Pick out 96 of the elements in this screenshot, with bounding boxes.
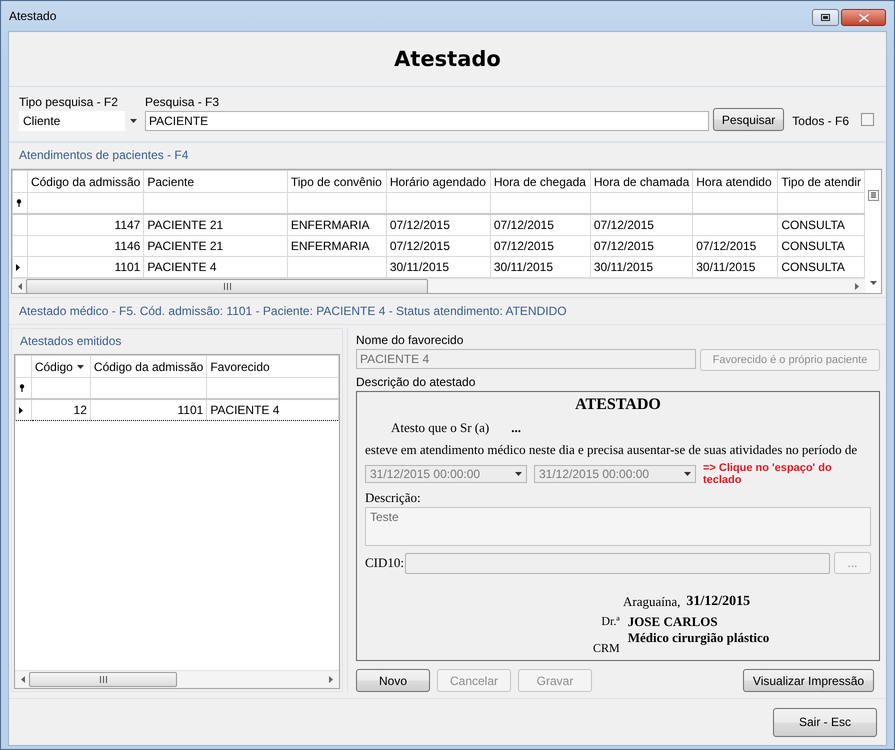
filter-cell[interactable] (144, 192, 288, 214)
column-header[interactable]: Hora atendido (692, 170, 778, 192)
search-button[interactable]: Pesquisar (712, 108, 784, 131)
city-text: Araguaína, (623, 594, 680, 610)
column-header[interactable]: Hora de chegada (490, 170, 590, 192)
filter-cell[interactable] (386, 192, 490, 214)
table-cell: PACIENTE 21 (144, 214, 288, 236)
caret-icon (684, 472, 691, 476)
filter-cell[interactable] (287, 192, 386, 214)
table-cell: 07/12/2015 (590, 236, 693, 256)
field-label: Todos - F6 (792, 114, 849, 128)
scroll-left-icon (21, 676, 25, 683)
table-cell: PACIENTE 21 (144, 236, 288, 256)
restore-icon (821, 14, 830, 21)
title-text: Dr.ª (601, 614, 620, 629)
sort-arrow-icon (76, 365, 84, 369)
doctor-specialty: Médico cirurgião plástico (628, 630, 770, 646)
table-cell: ENFERMARIA (287, 236, 386, 256)
date-dropdown[interactable]: 31/12/2015 00:00:00 (534, 465, 696, 483)
caret-icon (514, 472, 522, 476)
scrollbar-thumb[interactable] (29, 672, 177, 687)
group-title: Atestados emitidos (19, 333, 122, 350)
date-dropdown[interactable]: 31/12/2015 00:00:00 (365, 465, 527, 483)
table-cell: CONSULTA (778, 214, 864, 236)
filter-cell[interactable] (206, 378, 338, 399)
checkbox[interactable] (861, 113, 874, 126)
filter-cell[interactable] (90, 378, 207, 399)
search-field[interactable]: PACIENTE (145, 111, 709, 131)
column-header[interactable]: Tipo de atendir (778, 170, 864, 192)
column-header[interactable]: Paciente (144, 170, 288, 192)
column-header[interactable]: Hora de chamada (590, 170, 693, 192)
filter-pin-icon (16, 199, 22, 207)
grip-icon (98, 676, 108, 683)
scroll-right-icon (855, 283, 859, 290)
table-cell: 1101 (90, 399, 207, 420)
action-button[interactable]: Novo (356, 669, 430, 692)
crm-label: CRM (593, 641, 620, 656)
window-title: Atestado (9, 9, 58, 23)
filter-cell[interactable] (590, 192, 693, 214)
column-header[interactable]: Código da admissão (90, 356, 207, 378)
certificate-text: esteve em atendimento médico neste dia e precisa ausentar-se de suas atividades no período de (365, 442, 858, 458)
column-header[interactable]: Código da admissão (27, 170, 144, 192)
caret-icon (130, 119, 136, 123)
certificate-title: ATESTADO (574, 396, 662, 414)
filter-cell[interactable] (692, 192, 778, 214)
print-preview-button[interactable]: Visualizar Impressão (743, 669, 874, 692)
field-label: Pesquisa - F3 (145, 95, 220, 109)
table-cell: 07/12/2015 (490, 214, 590, 236)
filter-cell[interactable] (490, 192, 590, 214)
table-cell: 07/12/2015 (386, 214, 490, 236)
column-header[interactable]: Tipo de convênio (287, 170, 386, 192)
close-button[interactable] (841, 9, 886, 26)
favored-name-field[interactable]: PACIENTE 4 (356, 349, 696, 369)
table-cell: 07/12/2015 (590, 214, 693, 236)
row-pointer-icon (19, 407, 23, 414)
row-pointer-icon (16, 264, 20, 271)
field-label: Tipo pesquisa - F2 (19, 95, 119, 109)
column-header[interactable]: Código (31, 356, 90, 378)
description-field[interactable]: Teste (365, 507, 871, 546)
doctor-name: JOSE CARLOS (628, 614, 719, 630)
restore-button[interactable] (812, 9, 839, 26)
table-cell: 07/12/2015 (386, 236, 490, 256)
table-cell: PACIENTE 4 (206, 399, 338, 420)
table-cell: CONSULTA (778, 236, 864, 256)
table-cell: 07/12/2015 (490, 236, 590, 256)
exit-button[interactable]: Sair - Esc (773, 708, 877, 736)
date-text: 31/12/2015 (686, 594, 750, 610)
row-header-cell[interactable] (16, 399, 32, 420)
certificate-text: Atesto que o Sr (a) (391, 420, 490, 436)
filter-cell[interactable] (31, 378, 90, 399)
search-type-dropdown[interactable]: Cliente (19, 111, 141, 131)
form-title: Atestado (394, 47, 501, 71)
field-label: Descrição do atestado (356, 375, 476, 389)
table-cell: 1147 (27, 214, 144, 236)
table-cell: ENFERMARIA (287, 214, 386, 236)
field-label: CID10: (365, 555, 404, 571)
scroll-right-icon (329, 676, 333, 683)
scroll-down-icon (870, 281, 876, 285)
table-cell: 1146 (27, 236, 144, 256)
field-label: Nome do favorecido (356, 333, 464, 347)
status-text: Atestado médico - F5. Cód. admissão: 1101 - Paciente: PACIENTE 4 - Status atendimento: ATENDIDO (9, 297, 886, 325)
scrollbar-thumb[interactable] (26, 279, 428, 293)
column-header[interactable]: Favorecido (206, 356, 338, 378)
column-chooser-icon (868, 190, 878, 201)
table-cell: 12 (31, 399, 90, 420)
close-icon (858, 14, 868, 22)
field-label: Descrição: (365, 490, 422, 506)
filter-cell[interactable] (27, 192, 144, 214)
cid-field[interactable] (405, 552, 830, 574)
filter-pin-icon (19, 384, 25, 392)
patient-name: ... (511, 420, 521, 436)
scroll-left-icon (18, 283, 22, 290)
hint-text: => Clique no 'espaço' do teclado (702, 462, 833, 486)
table-cell: 07/12/2015 (692, 236, 778, 256)
column-header[interactable]: Horário agendado (386, 170, 490, 192)
grip-icon (222, 283, 232, 290)
